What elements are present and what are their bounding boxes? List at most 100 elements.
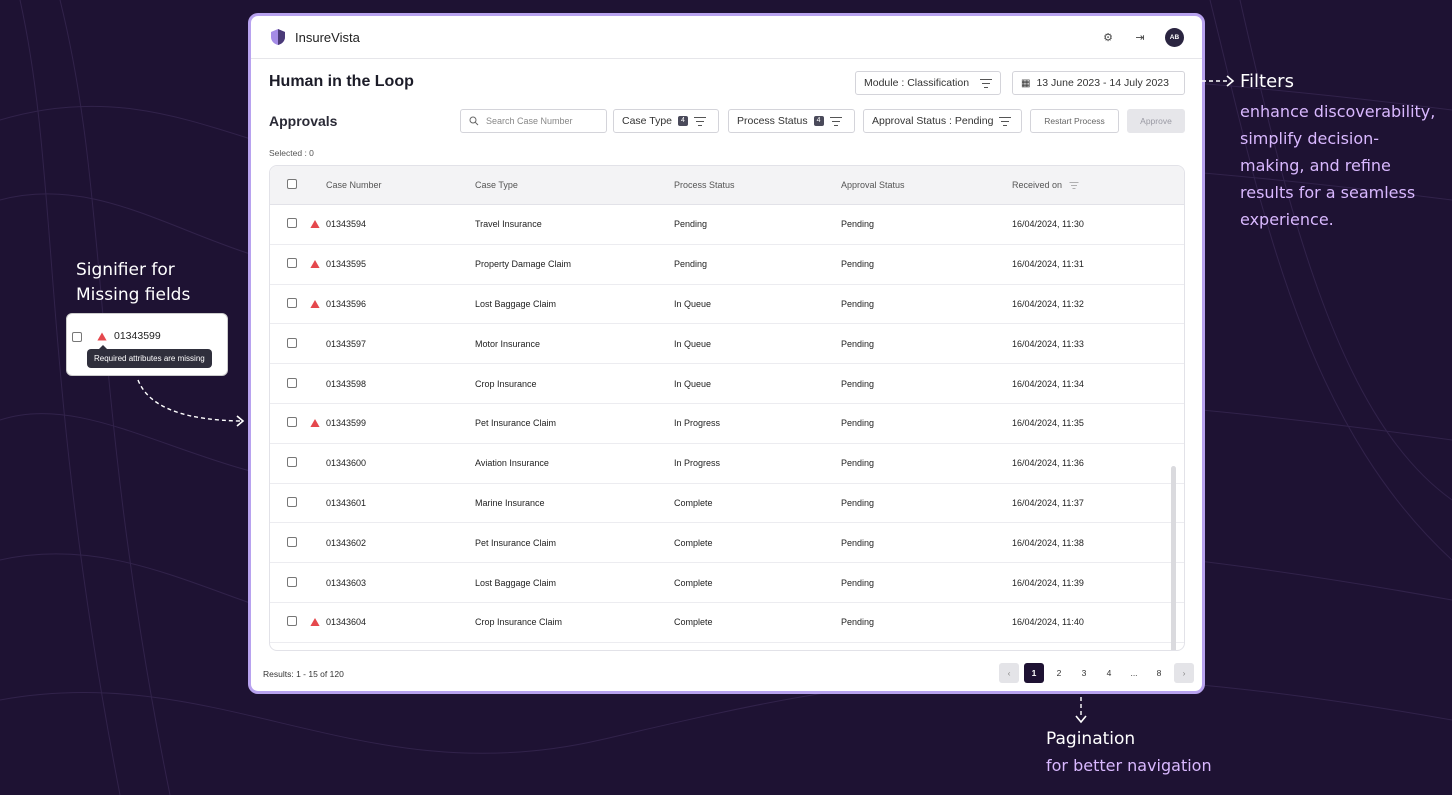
process-status-label: Process Status — [737, 115, 808, 127]
received-on: 16/04/2024, 11:37 — [1012, 497, 1084, 508]
warning-icon[interactable] — [310, 419, 320, 428]
case-type: Property Damage Claim — [475, 259, 572, 270]
case-number[interactable]: 01343599 — [326, 418, 366, 428]
callout-checkbox — [72, 332, 82, 342]
page-button-3[interactable]: 3 — [1074, 663, 1094, 683]
approval-status: Pending — [841, 497, 875, 508]
process-status-count: 4 — [813, 116, 824, 126]
row-checkbox[interactable] — [287, 457, 297, 468]
row-checkbox[interactable] — [287, 616, 297, 627]
approval-status: Pending — [841, 338, 875, 349]
process-status: Complete — [674, 617, 713, 628]
module-filter[interactable]: Module : Classification — [855, 71, 1001, 95]
received-on: 16/04/2024, 11:31 — [1012, 259, 1084, 270]
row-checkbox[interactable] — [287, 536, 297, 547]
table-row[interactable]: 01343600 Aviation Insurance In Progress Pen… — [270, 444, 1184, 484]
next-page-button[interactable]: › — [1174, 663, 1194, 683]
row-checkbox[interactable] — [287, 496, 297, 507]
annotation-pagination-body: for better navigation — [1046, 756, 1212, 775]
approval-status: Pending — [841, 259, 875, 270]
date-range-picker[interactable]: ▦ 13 June 2023 - 14 July 2023 — [1012, 71, 1185, 95]
filter-icon — [999, 116, 1012, 126]
table-row[interactable]: 01343598 Crop Insurance In Queue Pending 16/… — [270, 364, 1184, 404]
row-checkbox[interactable] — [287, 337, 297, 348]
case-number[interactable]: 01343597 — [326, 339, 366, 349]
search-input[interactable] — [486, 116, 596, 126]
table-row[interactable]: 01343599 Pet Insurance Claim In Progress Pe… — [270, 404, 1184, 444]
row-checkbox[interactable] — [287, 218, 297, 229]
logout-icon[interactable]: ⇥ — [1133, 31, 1147, 44]
case-type: Lost Baggage Claim — [475, 298, 557, 309]
table-row[interactable]: 01343595 Property Damage Claim Pending Pend… — [270, 245, 1184, 285]
table-row[interactable]: 01343604 Crop Insurance Claim Complete Pend… — [270, 603, 1184, 643]
table-row[interactable]: 01343597 Motor Insurance In Queue Pending 16… — [270, 324, 1184, 365]
received-on: 16/04/2024, 11:32 — [1012, 298, 1084, 309]
search-icon — [469, 116, 479, 126]
case-type-filter[interactable]: Case Type 4 — [613, 109, 719, 133]
callout-case-number: 01343599 — [114, 330, 161, 342]
table-scrollbar[interactable] — [1171, 466, 1176, 650]
selected-count: Selected : 0 — [269, 148, 314, 158]
case-number[interactable]: 01343596 — [326, 299, 366, 309]
row-checkbox[interactable] — [287, 377, 297, 388]
warning-icon[interactable] — [310, 299, 320, 308]
case-number[interactable]: 01343604 — [326, 617, 366, 627]
case-type: Pet Insurance Claim — [475, 418, 557, 429]
received-on: 16/04/2024, 11:39 — [1012, 577, 1084, 588]
restart-process-button[interactable]: Restart Process — [1030, 109, 1119, 133]
brand[interactable]: InsureVista — [269, 28, 360, 46]
case-number[interactable]: 01343594 — [326, 219, 366, 229]
process-status: Complete — [674, 497, 713, 508]
process-status-filter[interactable]: Process Status 4 — [728, 109, 855, 133]
page-title: Human in the Loop — [269, 73, 414, 90]
avatar[interactable]: AB — [1165, 27, 1184, 47]
warning-icon[interactable] — [310, 618, 320, 627]
case-number[interactable]: 01343602 — [326, 538, 366, 548]
process-status: Complete — [674, 577, 713, 588]
search-box[interactable] — [460, 109, 607, 133]
sort-icon[interactable] — [1069, 181, 1079, 189]
received-on: 16/04/2024, 11:33 — [1012, 338, 1084, 349]
case-number[interactable]: 01343603 — [326, 578, 366, 588]
warning-icon[interactable] — [310, 260, 320, 269]
approve-button[interactable]: Approve — [1127, 109, 1185, 133]
approval-status: Pending — [841, 458, 875, 469]
page-button-8[interactable]: 8 — [1149, 663, 1169, 683]
prev-page-button[interactable]: ‹ — [999, 663, 1019, 683]
case-number[interactable]: 01343600 — [326, 458, 366, 468]
annotation-filters-title: Filters — [1240, 71, 1294, 92]
filter-icon — [693, 116, 706, 126]
approval-status: Pending — [841, 418, 875, 429]
page-button-4[interactable]: 4 — [1099, 663, 1119, 683]
approval-status: Pending — [841, 617, 875, 628]
case-number[interactable]: 01343598 — [326, 379, 366, 389]
table-row[interactable]: 01343601 Marine Insurance Complete Pending 1… — [270, 484, 1184, 524]
annotation-filters-body: enhance discoverability, simplify decisi… — [1240, 102, 1436, 229]
row-checkbox[interactable] — [287, 417, 297, 428]
gear-icon[interactable]: ⚙ — [1101, 31, 1115, 44]
table-row[interactable]: 01343602 Pet Insurance Claim Complete Pendi… — [270, 523, 1184, 564]
row-checkbox[interactable] — [287, 258, 297, 269]
header-approval-status[interactable]: Approval Status — [841, 180, 1012, 190]
table-row[interactable]: 01343594 Travel Insurance Pending Pending 16… — [270, 205, 1184, 245]
case-number[interactable]: 01343601 — [326, 498, 366, 508]
page-button-1[interactable]: 1 — [1024, 663, 1044, 683]
received-on: 16/04/2024, 11:34 — [1012, 378, 1084, 389]
table-row[interactable]: 01343603 Lost Baggage Claim Complete Pendin… — [270, 563, 1184, 603]
process-status: In Progress — [674, 458, 721, 469]
table-row[interactable]: 01343596 Lost Baggage Claim In Queue Pendin… — [270, 285, 1184, 325]
warning-icon[interactable] — [310, 220, 320, 229]
case-type: Lost Baggage Claim — [475, 577, 557, 588]
row-checkbox[interactable] — [287, 297, 297, 308]
select-all-checkbox[interactable] — [287, 179, 297, 189]
header-process-status[interactable]: Process Status — [674, 180, 841, 190]
page-button-2[interactable]: 2 — [1049, 663, 1069, 683]
case-type-count: 4 — [678, 116, 688, 126]
filter-icon — [980, 78, 992, 88]
case-number[interactable]: 01343595 — [326, 259, 366, 269]
row-checkbox[interactable] — [287, 576, 297, 587]
header-case-number[interactable]: Case Number — [326, 180, 475, 190]
header-received-on[interactable]: Received on — [1012, 180, 1172, 190]
header-case-type[interactable]: Case Type — [475, 180, 674, 190]
approval-status-filter[interactable]: Approval Status : Pending — [863, 109, 1022, 133]
